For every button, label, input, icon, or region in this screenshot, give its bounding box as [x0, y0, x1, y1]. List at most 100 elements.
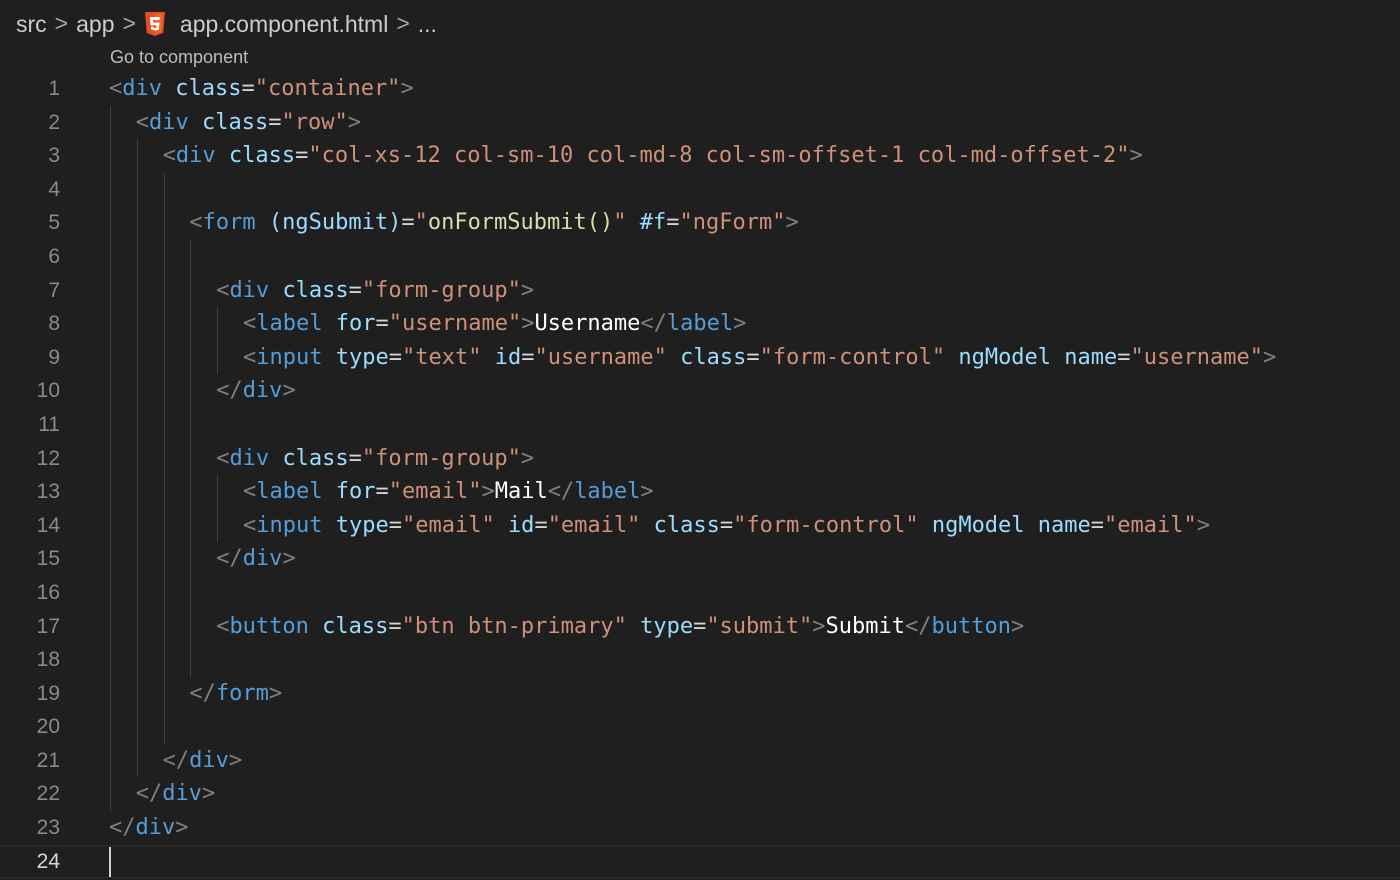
- token-bracket: <: [243, 311, 257, 337]
- breadcrumb-item-src[interactable]: src: [16, 11, 47, 38]
- code-line[interactable]: 5 <form (ngSubmit)="onFormSubmit()" #f="n…: [0, 206, 1400, 240]
- token-str: "username": [388, 311, 522, 337]
- code-line[interactable]: 10 </div>: [0, 374, 1400, 408]
- token-tag: div: [162, 781, 203, 807]
- token-str: "email": [388, 479, 482, 505]
- token-bracket: >: [481, 479, 495, 505]
- indent-guide: [136, 172, 138, 207]
- token-bracket: <: [109, 76, 123, 101]
- line-number: 19: [36, 681, 60, 705]
- token-tag: div: [189, 747, 229, 773]
- token-attr: class: [175, 76, 242, 101]
- token-tag: div: [175, 143, 216, 169]
- token-bracket: >: [1262, 344, 1277, 370]
- token-eq: =: [348, 277, 362, 303]
- token-str: ": [613, 210, 627, 236]
- breadcrumb-item-more[interactable]: ...: [418, 11, 437, 38]
- code-line[interactable]: 20: [0, 710, 1400, 744]
- token-bracket: >: [812, 613, 826, 639]
- token-eq: [1025, 513, 1038, 538]
- code-line[interactable]: 13 <label for="email">Mail</label>: [0, 475, 1400, 509]
- token-bracket: </: [216, 378, 243, 404]
- code-line[interactable]: 11: [0, 407, 1400, 442]
- token-tag: input: [256, 512, 323, 538]
- code-line[interactable]: 14 <input type="email" id="email" class="…: [0, 508, 1400, 543]
- token-attr: id: [494, 344, 522, 370]
- code-line[interactable]: 21 </div>: [0, 743, 1400, 778]
- code-line[interactable]: 17 <button class="btn btn-primary" type="…: [0, 609, 1400, 644]
- code-line[interactable]: 1 <div class="container">: [0, 72, 1400, 106]
- token-eq: =: [375, 311, 389, 337]
- token-bracket: </: [135, 781, 163, 807]
- code-line[interactable]: 4: [0, 172, 1400, 207]
- token-eq: =: [521, 344, 535, 370]
- token-str: "username": [1130, 344, 1263, 370]
- code-line[interactable]: 16: [0, 575, 1400, 610]
- code-line[interactable]: 9 <input type="text" id="username" class=…: [0, 340, 1400, 375]
- indent-guide: [163, 239, 165, 274]
- token-bracket: <: [243, 479, 257, 505]
- codelens-go-to-component[interactable]: Go to component: [110, 47, 248, 68]
- token-eq: [216, 143, 229, 168]
- token-bracket: >: [268, 680, 283, 706]
- code-line[interactable]: 18: [0, 643, 1400, 677]
- token-attr: name: [1037, 512, 1091, 538]
- token-tag: div: [122, 76, 162, 101]
- token-str: "email": [1104, 512, 1197, 538]
- token-tag: form: [202, 210, 256, 236]
- token-bracket: <: [243, 512, 257, 538]
- token-tag: label: [666, 311, 734, 337]
- code-area[interactable]: 1 <div class="container"> 2 <div class="row…: [0, 72, 1400, 878]
- code-line[interactable]: 24: [0, 844, 1400, 879]
- code-line[interactable]: 23 </div>: [0, 811, 1400, 845]
- token-bracket: >: [520, 277, 535, 303]
- token-bracket: >: [1129, 143, 1143, 169]
- token-attr: id: [507, 512, 535, 538]
- token-eq: =: [388, 344, 402, 370]
- code-text: <button class="btn btn-primary" type="su…: [109, 610, 1024, 644]
- token-bracket: >: [202, 781, 216, 807]
- line-number: 17: [36, 614, 60, 638]
- code-text: <div class="col-xs-12 col-sm-10 col-md-8…: [109, 139, 1143, 173]
- code-line[interactable]: 8 <label for="username">Username</label>: [0, 307, 1400, 341]
- token-bracket: <: [189, 210, 203, 236]
- token-bracket: <: [243, 344, 257, 370]
- token-tag: label: [256, 479, 323, 505]
- line-number: 13: [36, 480, 60, 504]
- code-text: <input type="email" id="email" class="fo…: [109, 509, 1210, 543]
- line-number: 7: [48, 278, 60, 302]
- token-tag: button: [229, 613, 309, 639]
- code-editor[interactable]: src > app > app.component.html > ... Go …: [0, 0, 1400, 880]
- indent-guide: [163, 407, 165, 442]
- breadcrumb-item-file[interactable]: app.component.html: [180, 11, 388, 38]
- breadcrumb-item-app[interactable]: app: [76, 11, 114, 38]
- line-number: 5: [48, 211, 60, 235]
- token-eq: =: [719, 512, 734, 538]
- code-line[interactable]: 6: [0, 239, 1400, 274]
- token-bracket: </: [189, 680, 216, 706]
- token-eq: =: [666, 210, 680, 236]
- code-line[interactable]: 22 </div>: [0, 777, 1400, 812]
- token-bracket: </: [905, 613, 932, 639]
- token-eq: [640, 513, 653, 538]
- token-attr: (ngSubmit): [268, 210, 402, 236]
- token-bracket: >: [347, 109, 362, 135]
- token-tag: div: [135, 815, 176, 841]
- token-attr: name: [1064, 344, 1118, 370]
- indent-guide: [110, 239, 111, 274]
- token-text: Mail: [494, 479, 548, 505]
- token-eq: [322, 345, 335, 370]
- token-bracket: <: [135, 109, 150, 135]
- token-text: Username: [534, 311, 641, 337]
- code-line[interactable]: 12 <div class="form-group">: [0, 441, 1400, 476]
- token-bracket: >: [1011, 613, 1025, 639]
- code-line[interactable]: 2 <div class="row">: [0, 105, 1400, 140]
- code-line[interactable]: 7 <div class="form-group">: [0, 273, 1400, 308]
- code-line[interactable]: 3 <div class="col-xs-12 col-sm-10 col-md-…: [0, 139, 1400, 173]
- code-line[interactable]: 15 </div>: [0, 542, 1400, 576]
- code-line[interactable]: 19 </form>: [0, 676, 1400, 711]
- token-attr: type: [335, 344, 389, 370]
- token-eq: =: [268, 109, 282, 135]
- code-text: <div class="form-group">: [109, 442, 534, 476]
- line-number: 8: [48, 312, 60, 336]
